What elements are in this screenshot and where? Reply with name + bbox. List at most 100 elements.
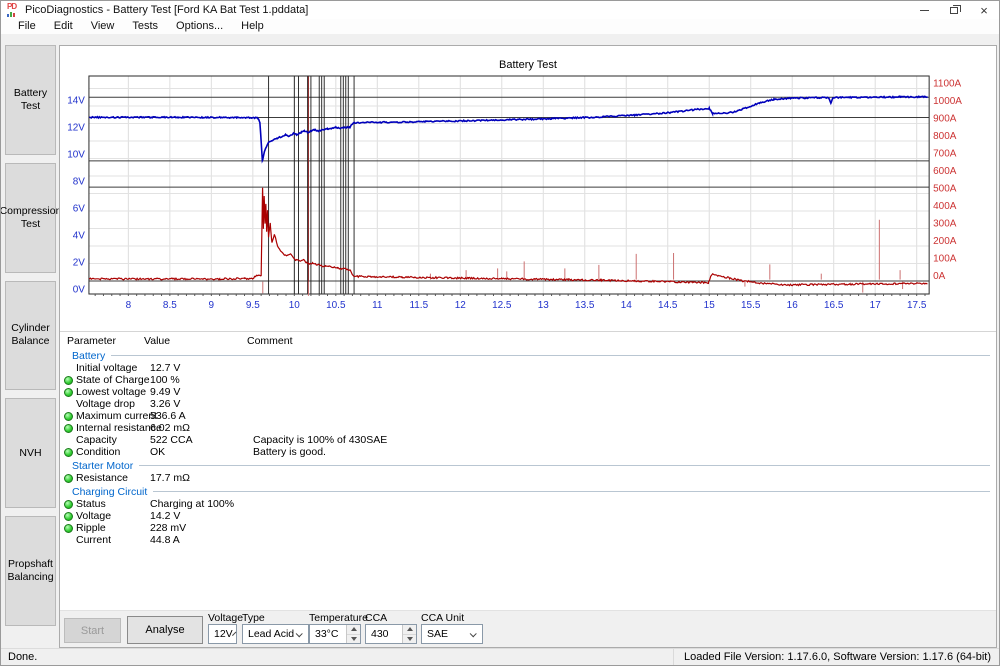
status-led-icon <box>60 500 76 509</box>
table-header-parameter: Parameter <box>60 335 144 348</box>
svg-text:14: 14 <box>621 300 633 311</box>
menu-item-edit[interactable]: Edit <box>45 19 82 34</box>
svg-text:17: 17 <box>870 300 882 311</box>
chart-plot: 0V2V4V6V8V10V12V14V0A100A200A300A400A500… <box>60 46 996 331</box>
svg-text:300A: 300A <box>933 218 957 229</box>
temperature-field: Temperature33°C <box>309 612 361 644</box>
status-text: Done. <box>1 651 37 663</box>
svg-text:8: 8 <box>126 300 132 311</box>
svg-text:0V: 0V <box>73 284 86 295</box>
arrow-up-icon <box>407 627 413 631</box>
arrow-down-icon <box>407 637 413 641</box>
cca-stepper[interactable]: 430 <box>365 624 417 644</box>
menu-item-help[interactable]: Help <box>232 19 273 34</box>
svg-text:100A: 100A <box>933 253 957 264</box>
svg-text:10V: 10V <box>67 149 85 160</box>
status-bar: Done. Loaded File Version: 1.17.6.0, Sof… <box>1 648 999 665</box>
menu-item-tests[interactable]: Tests <box>123 19 167 34</box>
sidebar-item-nvh[interactable]: NVH <box>5 398 56 508</box>
svg-text:600A: 600A <box>933 166 957 177</box>
svg-text:11.5: 11.5 <box>409 300 428 311</box>
stepper-down-button[interactable] <box>347 635 360 644</box>
close-icon: × <box>980 4 988 17</box>
param-row-resistance: Resistance17.7 mΩ <box>60 472 996 484</box>
svg-text:15.5: 15.5 <box>741 300 761 311</box>
param-row-status: StatusCharging at 100% <box>60 498 996 510</box>
svg-text:10.5: 10.5 <box>326 300 346 311</box>
stepper-down-button[interactable] <box>403 635 416 644</box>
cca-unit-field: CCA UnitSAE <box>421 612 483 644</box>
svg-text:6V: 6V <box>73 203 86 214</box>
menu-bar: FileEditViewTestsOptions...Help <box>1 19 999 34</box>
param-row-initial-voltage: Initial voltage12.7 V <box>60 362 996 374</box>
section-header-battery: Battery <box>60 349 996 362</box>
restore-button[interactable] <box>939 1 969 19</box>
param-row-condition: ConditionOKBattery is good. <box>60 446 996 458</box>
battery-test-chart: Battery Test 0V2V4V6V8V10V12V14V0A100A20… <box>60 46 996 331</box>
svg-text:14V: 14V <box>67 95 85 106</box>
sidebar-item-battery-test[interactable]: Battery Test <box>5 45 56 155</box>
section-header-starter-motor: Starter Motor <box>60 459 996 472</box>
svg-text:2V: 2V <box>73 257 86 268</box>
svg-text:9: 9 <box>209 300 215 311</box>
stepper-up-button[interactable] <box>347 625 360 635</box>
menu-item-view[interactable]: View <box>82 19 124 34</box>
table-header-value: Value <box>144 335 247 348</box>
param-row-voltage: Voltage14.2 V <box>60 510 996 522</box>
param-row-current: Current44.8 A <box>60 534 996 546</box>
svg-text:900A: 900A <box>933 113 957 124</box>
arrow-down-icon <box>351 637 357 641</box>
param-row-internal-resistance: Internal resistance6.02 mΩ <box>60 422 996 434</box>
table-header-row: Parameter Value Comment <box>60 335 996 348</box>
window-title: PicoDiagnostics - Battery Test [Ford KA … <box>25 4 308 16</box>
svg-text:12: 12 <box>455 300 467 311</box>
minimize-button[interactable] <box>909 1 939 19</box>
menu-item-options[interactable]: Options... <box>167 19 232 34</box>
app-icon: PD <box>7 4 20 17</box>
svg-text:400A: 400A <box>933 201 957 212</box>
param-row-state-of-charge: State of Charge100 % <box>60 374 996 386</box>
svg-text:0A: 0A <box>933 271 946 282</box>
voltage-select[interactable]: 12V <box>208 624 237 644</box>
svg-text:1100A: 1100A <box>933 78 961 89</box>
main-panel: Battery Test 0V2V4V6V8V10V12V14V0A100A20… <box>59 45 997 648</box>
menu-item-file[interactable]: File <box>9 19 45 34</box>
svg-text:13: 13 <box>538 300 550 311</box>
chevron-down-icon <box>470 630 477 637</box>
sidebar-item-compression-test[interactable]: Compression Test <box>5 163 56 273</box>
status-led-icon <box>60 448 76 457</box>
svg-text:700A: 700A <box>933 148 957 159</box>
start-button[interactable]: Start <box>64 618 121 643</box>
status-led-icon <box>60 524 76 533</box>
svg-text:12.5: 12.5 <box>492 300 512 311</box>
version-text: Loaded File Version: 1.17.6.0, Software … <box>673 649 999 665</box>
restore-icon <box>950 7 958 14</box>
status-led-icon <box>60 512 76 521</box>
param-row-ripple: Ripple228 mV <box>60 522 996 534</box>
svg-text:13.5: 13.5 <box>575 300 595 311</box>
stepper-up-button[interactable] <box>403 625 416 635</box>
param-row-lowest-voltage: Lowest voltage9.49 V <box>60 386 996 398</box>
sidebar-item-propshaft-balancing[interactable]: Propshaft Balancing <box>5 516 56 626</box>
status-led-icon <box>60 412 76 421</box>
svg-text:1000A: 1000A <box>933 96 962 107</box>
svg-text:8V: 8V <box>73 176 86 187</box>
type-field: TypeLead Acid <box>242 612 309 644</box>
status-led-icon <box>60 376 76 385</box>
temperature-stepper[interactable]: 33°C <box>309 624 361 644</box>
svg-text:8.5: 8.5 <box>163 300 177 311</box>
param-row-maximum-current: Maximum current536.6 A <box>60 410 996 422</box>
svg-text:9.5: 9.5 <box>246 300 260 311</box>
sidebar-item-cylinder-balance[interactable]: Cylinder Balance <box>5 281 56 391</box>
table-header-comment: Comment <box>247 335 996 348</box>
type-select[interactable]: Lead Acid <box>242 624 309 644</box>
cca-unit-select[interactable]: SAE <box>421 624 483 644</box>
minimize-icon <box>920 10 929 11</box>
analyse-button[interactable]: Analyse <box>127 616 203 644</box>
svg-text:800A: 800A <box>933 131 957 142</box>
close-button[interactable]: × <box>969 1 999 19</box>
app-window: PD PicoDiagnostics - Battery Test [Ford … <box>0 0 1000 666</box>
status-led-icon <box>60 424 76 433</box>
svg-text:17.5: 17.5 <box>907 300 927 311</box>
svg-text:200A: 200A <box>933 236 957 247</box>
